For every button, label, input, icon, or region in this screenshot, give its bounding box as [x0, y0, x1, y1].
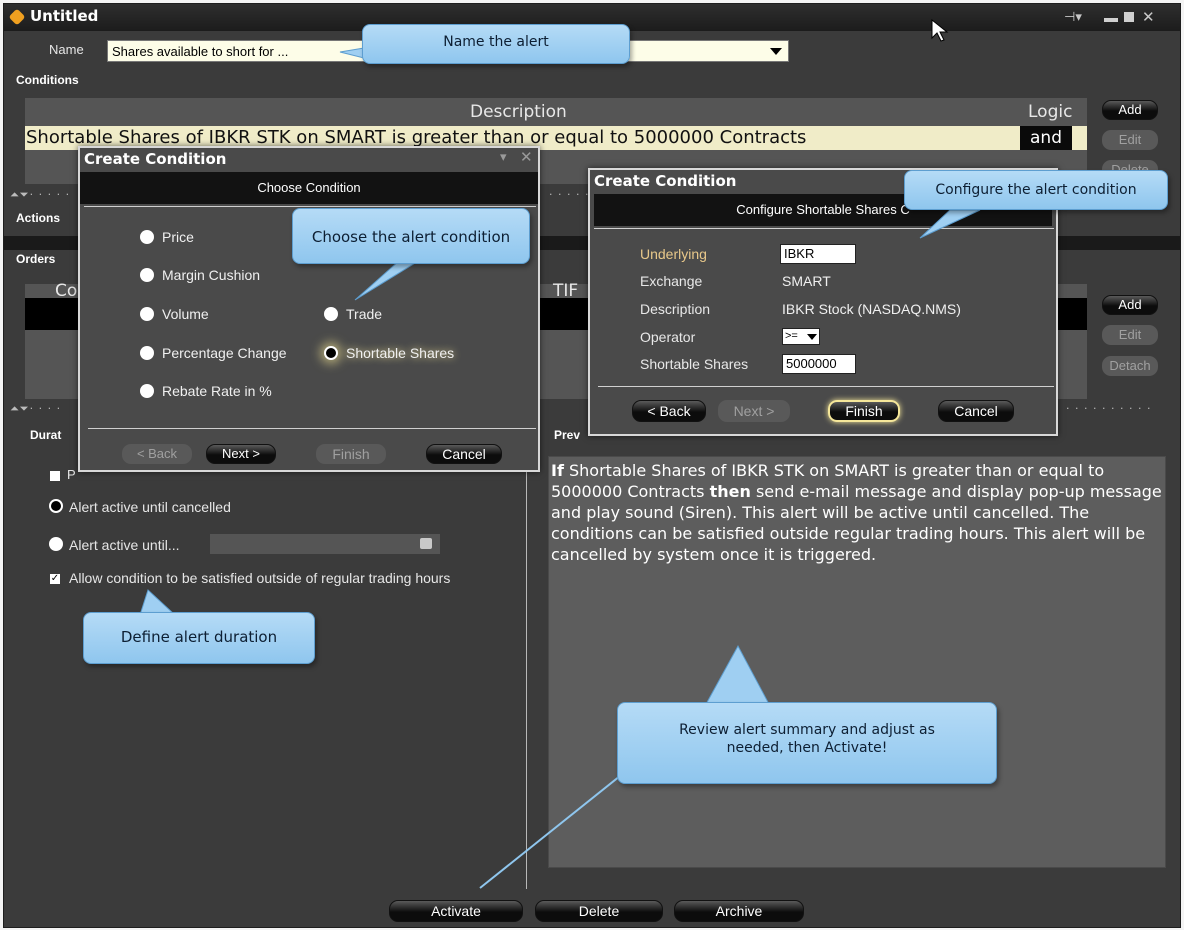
- review-callout-line2: needed, then Activate!: [726, 740, 888, 756]
- callout-pointers: [139, 47, 981, 889]
- name-callout-text: Name the alert: [443, 34, 549, 50]
- choose-callout-text: Choose the alert condition: [311, 228, 511, 246]
- review-callout-tail: [704, 644, 771, 707]
- duration-callout: Define alert duration: [83, 612, 315, 664]
- review-callout: Review alert summary and adjust as neede…: [617, 702, 997, 784]
- name-callout: Name the alert: [362, 24, 630, 64]
- name-callout-tail: [339, 47, 365, 59]
- configure-callout-tail: [919, 209, 981, 239]
- choose-callout-tail: [354, 259, 422, 301]
- review-callout-line1: Review alert summary and adjust as: [679, 722, 935, 738]
- configure-callout: Configure the alert condition: [904, 170, 1168, 210]
- mouse-cursor-icon: [931, 18, 949, 42]
- configure-callout-text: Configure the alert condition: [935, 182, 1137, 198]
- choose-callout: Choose the alert condition: [292, 208, 530, 264]
- duration-callout-text: Define alert duration: [120, 628, 278, 646]
- review-pointer-line: [479, 759, 641, 889]
